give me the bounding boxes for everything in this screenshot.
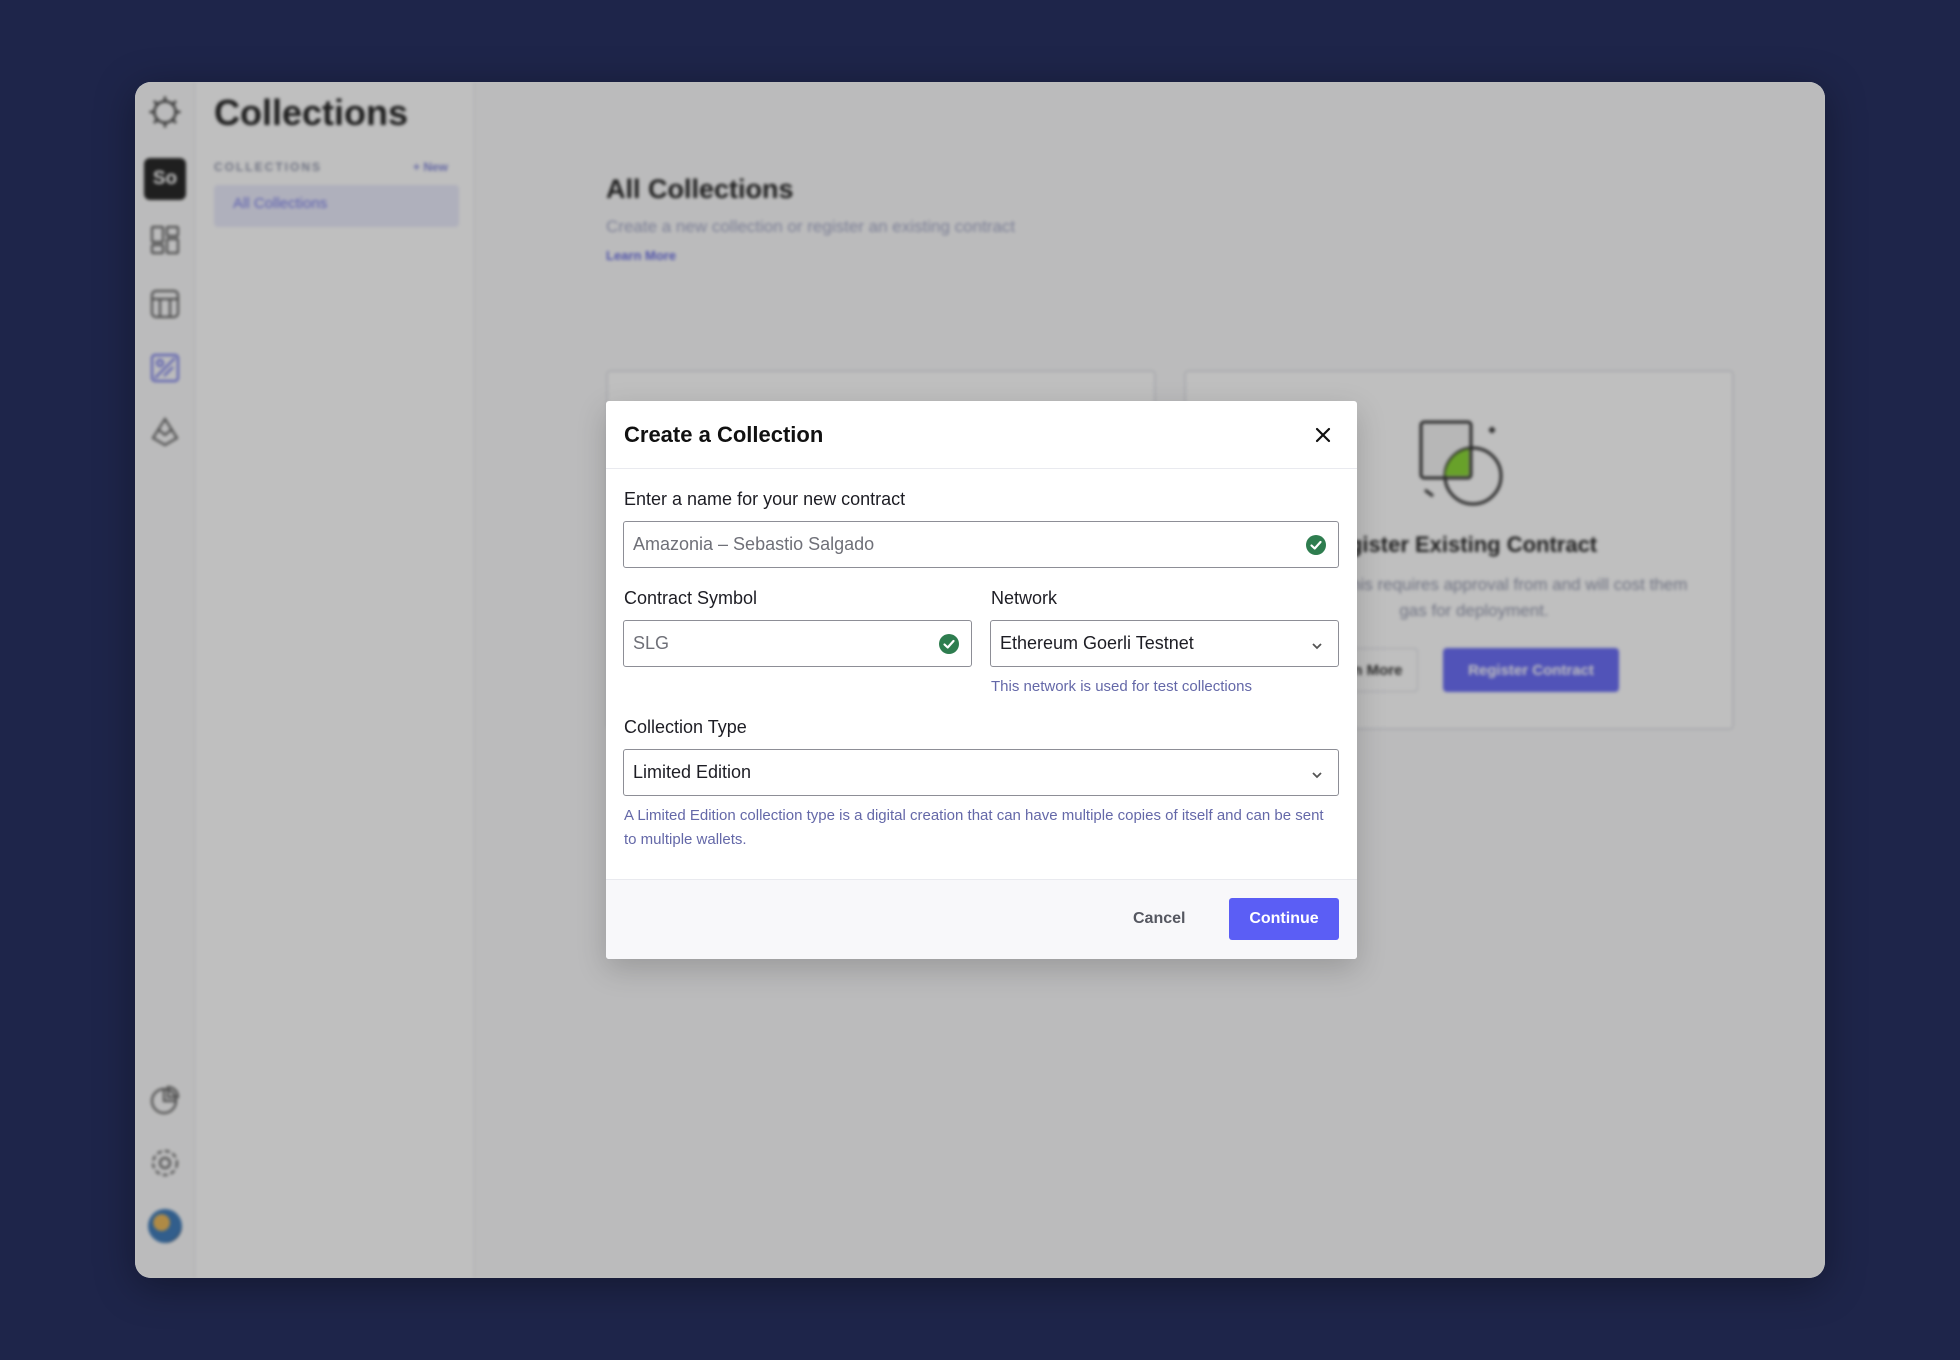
chevron-down-icon [1310,637,1324,658]
collection-type-selected-value: Limited Edition [633,762,752,782]
network-hint: This network is used for test collection… [991,678,1252,695]
network-selected-value: Ethereum Goerli Testnet [1000,633,1194,653]
contract-symbol-label: Contract Symbol [624,588,758,608]
modal-footer: Cancel Continue [606,879,1357,959]
contract-symbol-value: SLG [633,633,670,653]
create-collection-modal: Create a Collection Enter a name for you… [606,401,1357,959]
valid-check-icon [939,634,959,659]
modal-header: Create a Collection [606,401,1357,469]
contract-name-input[interactable]: Amazonia – Sebastio Salgado [623,521,1339,568]
contract-name-value: Amazonia – Sebastio Salgado [633,534,875,554]
modal-body: Enter a name for your new contract Amazo… [606,469,1357,879]
contract-symbol-input[interactable]: SLG [623,620,972,667]
collection-type-label: Collection Type [624,717,747,737]
continue-button[interactable]: Continue [1229,898,1339,940]
contract-name-label: Enter a name for your new contract [624,489,906,509]
cancel-button[interactable]: Cancel [1123,898,1195,940]
close-button[interactable] [1309,421,1337,449]
chevron-down-icon [1310,766,1324,787]
valid-check-icon [1306,535,1326,560]
network-label: Network [991,588,1058,608]
modal-title: Create a Collection [624,422,824,447]
close-icon [1315,427,1331,443]
network-select[interactable]: Ethereum Goerli Testnet [990,620,1339,667]
collection-type-select[interactable]: Limited Edition [623,749,1339,796]
collection-type-hint: A Limited Edition collection type is a d… [624,807,1324,848]
